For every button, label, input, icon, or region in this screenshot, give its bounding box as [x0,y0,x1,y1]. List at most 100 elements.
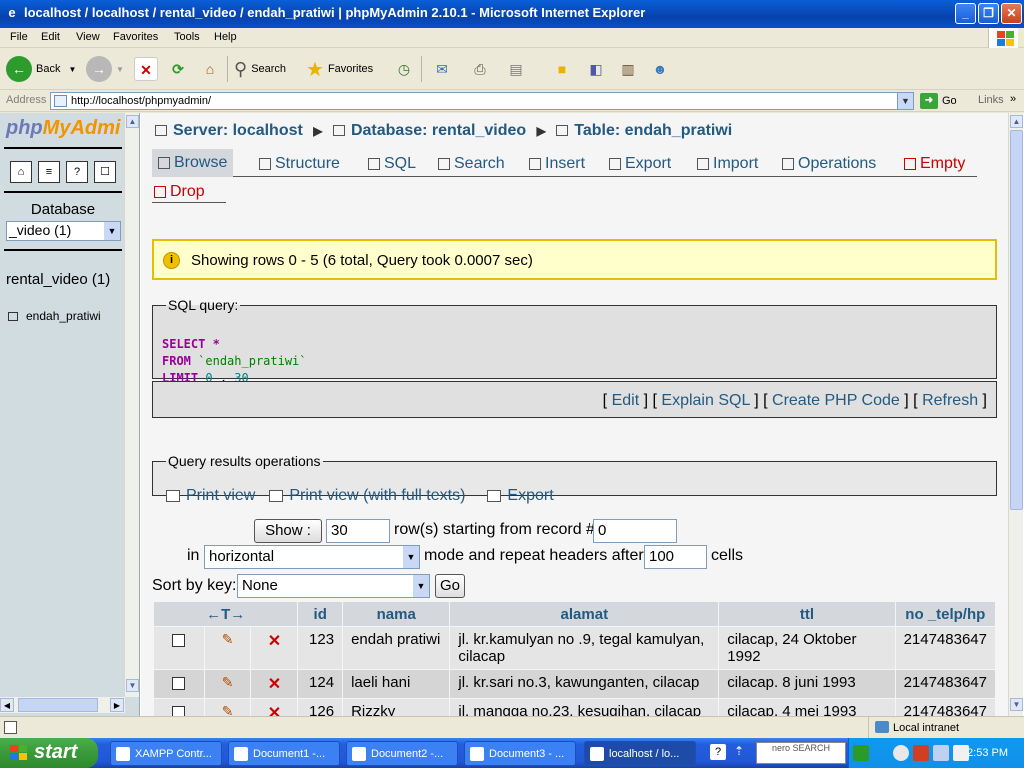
print-view-full-link[interactable]: Print view (with full texts) [289,487,465,505]
tab-operations[interactable]: Operations [782,151,876,177]
scroll-up-icon[interactable]: ▲ [126,115,139,128]
minimize-button[interactable]: _ [955,3,976,24]
tray-network-icon[interactable] [933,745,949,761]
menu-tools[interactable]: Tools [174,31,200,43]
tab-empty[interactable]: Empty [904,151,965,177]
chevron-right-icon[interactable]: » [1010,93,1016,105]
scroll-left-icon[interactable]: ◀ [0,698,14,712]
delete-icon[interactable]: ✕ [268,633,281,650]
left-vertical-scrollbar[interactable]: ▲ ▼ [124,113,139,697]
stop-icon[interactable]: ✕ [134,57,158,81]
show-button[interactable]: Show : [254,519,322,543]
repeat-headers-input[interactable]: 100 [644,545,707,569]
taskbar-item-document2[interactable]: Document2 -... [346,741,458,766]
chevron-down-icon[interactable]: ▼ [897,93,913,109]
tray-xampp-icon[interactable] [913,745,929,761]
breadcrumb-database[interactable]: Database: rental_video [351,122,526,139]
print-view-link[interactable]: Print view [186,487,255,505]
column-header-nama[interactable]: nama [343,602,450,626]
taskbar-item-xampp[interactable]: XAMPP Contr... [110,741,222,766]
edit-icon[interactable]: ▤ [504,57,528,81]
help-icon[interactable]: ? [66,161,88,183]
menu-help[interactable]: Help [214,31,237,43]
taskbar-item-document1[interactable]: Document1 -... [228,741,340,766]
research-icon[interactable]: ▥ [616,57,640,81]
export-link[interactable]: Export [507,487,553,505]
address-input[interactable]: http://localhost/phpmyadmin/ ▼ [50,92,914,110]
column-header-id[interactable]: id [298,602,343,626]
edit-pencil-icon[interactable]: ✎ [222,674,234,690]
home-icon[interactable]: ⌂ [10,161,32,183]
row-checkbox[interactable] [172,634,186,647]
taskbar-item-localhost[interactable]: localhost / lo... [584,741,696,766]
refresh-icon[interactable]: ⟳ [166,57,190,81]
tab-structure[interactable]: Structure [259,151,340,177]
explain-sql-link[interactable]: Explain SQL [661,392,749,409]
horizontal-scrollbar[interactable]: ◀ ▶ [0,697,125,713]
note-icon[interactable]: ■ [550,57,574,81]
edit-link[interactable]: Edit [612,392,640,409]
users-icon[interactable]: ☻ [648,57,672,81]
phpmyadmin-logo[interactable]: phpMyAdmi [6,117,120,140]
home-icon[interactable]: ⌂ [198,57,222,81]
menu-view[interactable]: View [76,31,100,43]
row-checkbox[interactable] [172,706,186,716]
tab-browse[interactable]: Browse [152,149,234,177]
sidebar-table-item[interactable]: endah_pratiwi [8,309,101,323]
mail-icon[interactable]: ✉ [430,57,454,81]
nero-search-box[interactable]: nero SEARCH [756,742,846,764]
edit-pencil-icon[interactable]: ✎ [222,631,234,647]
tray-arrow-icon[interactable] [853,745,869,761]
docs-icon[interactable]: ☐ [94,161,116,183]
main-vertical-scrollbar[interactable]: ▲ ▼ [1008,113,1023,716]
go-button[interactable]: Go [435,574,465,598]
edit-pencil-icon[interactable]: ✎ [222,703,234,716]
maximize-button[interactable]: ❐ [978,3,999,24]
delete-icon[interactable]: ✕ [268,705,281,716]
tray-ie-icon[interactable] [893,745,909,761]
start-record-input[interactable]: 0 [593,519,677,543]
tab-drop[interactable]: Drop [154,179,205,205]
quick-launch-icon[interactable]: ⇡ [734,744,744,758]
tab-insert[interactable]: Insert [529,151,585,177]
sort-by-key-select[interactable]: None ▼ [237,574,430,598]
menu-favorites[interactable]: Favorites [113,31,158,43]
rows-input[interactable]: 30 [326,519,390,543]
scroll-down-icon[interactable]: ▼ [126,679,139,692]
create-php-code-link[interactable]: Create PHP Code [772,392,900,409]
database-select[interactable]: _video (1) ▼ [6,221,121,241]
breadcrumb-server[interactable]: Server: localhost [173,122,303,139]
links-button[interactable]: Links [978,94,1004,106]
tab-search[interactable]: Search [438,151,505,177]
messenger-icon[interactable]: ◧ [584,57,608,81]
delete-icon[interactable]: ✕ [268,676,281,693]
sql-icon[interactable]: ≡ [38,161,60,183]
tab-export[interactable]: Export [609,151,671,177]
column-header-ttl[interactable]: ttl [719,602,895,626]
display-mode-select[interactable]: horizontal ▼ [204,545,420,569]
column-header-alamat[interactable]: alamat [450,602,719,626]
go-button[interactable]: ➜ Go [920,93,957,109]
breadcrumb-table[interactable]: Table: endah_pratiwi [574,122,732,139]
tab-sql[interactable]: SQL [368,151,416,177]
tab-import[interactable]: Import [697,151,758,177]
history-icon[interactable]: ◷ [392,57,416,81]
close-button[interactable]: ✕ [1001,3,1022,24]
back-button[interactable]: ← Back ▼ [6,54,76,84]
menu-file[interactable]: File [10,31,28,43]
taskbar-item-document3[interactable]: Document3 - ... [464,741,576,766]
scroll-up-icon[interactable]: ▲ [1010,115,1023,128]
refresh-link[interactable]: Refresh [922,392,978,409]
database-name-link[interactable]: rental_video (1) [6,271,110,288]
scroll-down-icon[interactable]: ▼ [1010,698,1023,711]
menu-edit[interactable]: Edit [41,31,60,43]
column-arrows-header[interactable]: ←T→ [154,602,298,626]
forward-button[interactable]: → ▼ [86,54,124,84]
scroll-thumb[interactable] [1010,130,1023,510]
scroll-right-icon[interactable]: ▶ [110,698,124,712]
search-button[interactable]: ⚲ Search [234,54,286,84]
favorites-button[interactable]: ★ Favorites [306,54,373,84]
row-checkbox[interactable] [172,677,186,690]
start-button[interactable]: start [0,738,98,768]
print-icon[interactable]: ⎙ [468,57,492,81]
